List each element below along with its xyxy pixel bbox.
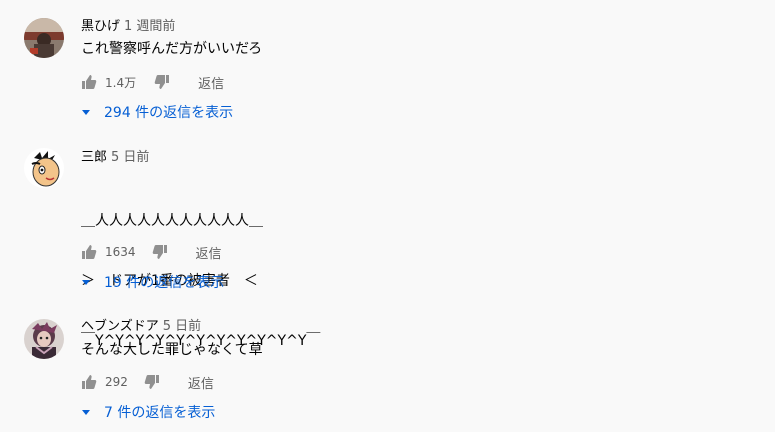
view-replies-button[interactable]: 19 件の返信を表示 xyxy=(81,272,224,292)
like-count: 1.4万 xyxy=(105,75,137,90)
timestamp[interactable]: 1 週間前 xyxy=(124,19,175,34)
author-name[interactable]: 三郎 xyxy=(81,150,107,165)
timestamp[interactable]: 5 日前 xyxy=(111,150,149,165)
caret-down-icon xyxy=(82,279,90,285)
comment-header: 三郎 5 日前 xyxy=(81,149,149,167)
comment-actions: 1.4万 返信 xyxy=(81,72,224,92)
comment-text: そんな大した罪じゃなくて草 xyxy=(81,340,263,360)
view-replies-label: 7 件の返信を表示 xyxy=(104,405,216,421)
author-name[interactable]: 黒ひげ xyxy=(81,19,120,34)
comment-header: 黒ひげ 1 週間前 xyxy=(81,18,175,36)
comment-text: これ警察呼んだ方がいいだろ xyxy=(81,39,262,59)
comment-actions: 292 返信 xyxy=(81,372,214,392)
comment-actions: 1634 返信 xyxy=(81,242,222,262)
comment-line: ＿人人人人人人人人人人人＿ xyxy=(81,213,263,229)
view-replies-label: 294 件の返信を表示 xyxy=(104,105,234,121)
caret-down-icon xyxy=(82,409,90,415)
comment-header: ヘブンズドア 5 日前 xyxy=(81,318,201,336)
thumbs-down-icon[interactable] xyxy=(152,244,168,260)
thumbs-up-icon[interactable] xyxy=(81,374,97,390)
reply-button[interactable]: 返信 xyxy=(188,373,214,392)
timestamp[interactable]: 5 日前 xyxy=(163,319,201,334)
view-replies-button[interactable]: 294 件の返信を表示 xyxy=(81,102,233,122)
reply-button[interactable]: 返信 xyxy=(196,243,222,262)
like-count: 292 xyxy=(105,375,128,389)
avatar[interactable] xyxy=(24,148,64,188)
thumbs-down-icon[interactable] xyxy=(154,74,170,90)
thumbs-up-icon[interactable] xyxy=(81,244,97,260)
view-replies-button[interactable]: 7 件の返信を表示 xyxy=(81,402,215,422)
comment-line: これ警察呼んだ方がいいだろ xyxy=(81,41,263,57)
like-count: 1634 xyxy=(105,245,136,259)
avatar[interactable] xyxy=(24,319,64,359)
thumbs-up-icon[interactable] xyxy=(81,74,97,90)
thumbs-down-icon[interactable] xyxy=(144,374,160,390)
comment-line: そんな大した罪じゃなくて草 xyxy=(81,342,263,358)
reply-button[interactable]: 返信 xyxy=(198,73,224,92)
avatar[interactable] xyxy=(24,18,64,58)
view-replies-label: 19 件の返信を表示 xyxy=(104,275,225,291)
caret-down-icon xyxy=(82,109,90,115)
author-name[interactable]: ヘブンズドア xyxy=(81,319,159,334)
